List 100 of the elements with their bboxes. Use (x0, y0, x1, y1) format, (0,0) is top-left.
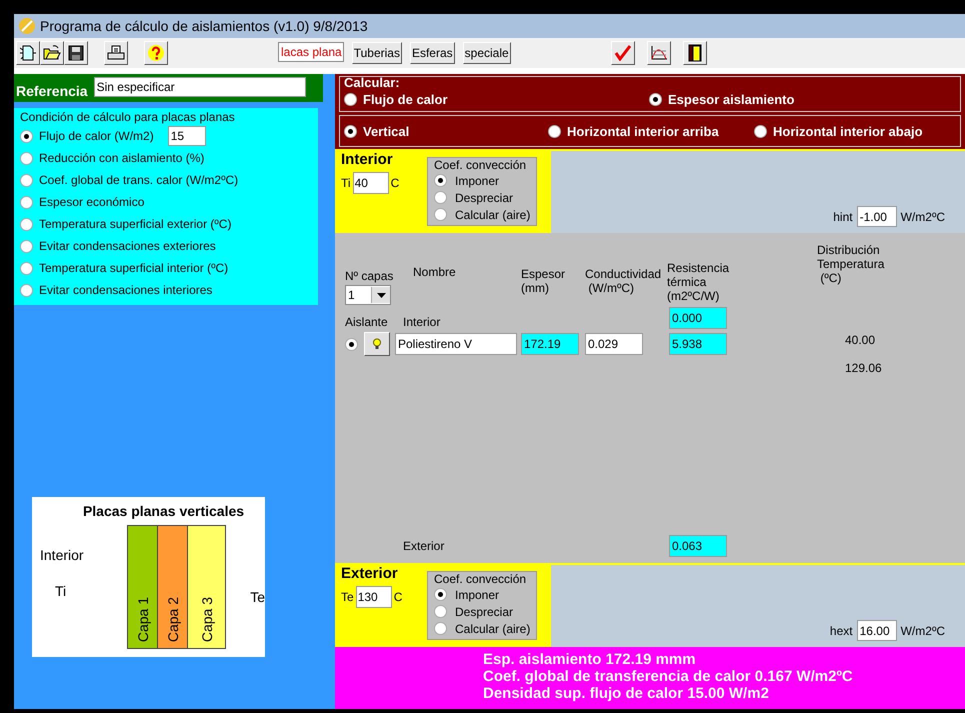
radio-button[interactable] (434, 174, 447, 187)
radio-button[interactable] (20, 262, 33, 274)
temperature-value: 129.06 (845, 361, 883, 375)
radio-button[interactable] (20, 218, 33, 230)
light-bulb-icon (372, 338, 382, 350)
option-label: Evitar condensaciones interiores (39, 283, 212, 297)
column-header: Resistencia térmica (m2ºC/W) (667, 261, 730, 303)
material-field[interactable]: Poliestireno V (395, 333, 517, 355)
folder-icon (43, 45, 61, 61)
diagram-title: Placas planas verticales (82, 503, 244, 519)
radio-button[interactable] (434, 605, 447, 618)
result-text: Densidad sup. flujo de calor 15.00 W/m2 (483, 685, 770, 702)
radio-button[interactable] (20, 284, 33, 296)
material-button[interactable] (364, 332, 390, 356)
value-field[interactable]: 15 (168, 126, 206, 146)
temperature-value: 40.00 (845, 333, 876, 347)
radio-button[interactable] (434, 622, 447, 635)
layer-bar: Capa 3 (188, 526, 226, 648)
section-title: Exterior (341, 565, 399, 582)
resistance-field[interactable]: 0.000 (669, 307, 727, 329)
option-label: Horizontal interior arriba (567, 124, 719, 138)
temperature-field[interactable]: 130 (356, 586, 392, 608)
option-label: Coef. global de trans. calor (W/m2ºC) (39, 173, 238, 187)
unit-label: W/m2ºC (900, 210, 945, 224)
column-header: Conductividad (W/mºC) (585, 267, 662, 295)
coefficient-label: hint (833, 210, 853, 224)
dropdown-arrow-icon (376, 292, 386, 298)
result-text: Coef. global de transferencia de calor 0.167 W/m2ºC (483, 668, 854, 685)
option-label: Horizontal interior abajo (773, 124, 923, 138)
section-title: Interior (341, 151, 394, 168)
option-label: Despreciar (455, 190, 514, 204)
thickness-field[interactable]: 172.19 (521, 333, 579, 355)
radio-button[interactable] (548, 124, 561, 138)
row-label: Interior (403, 315, 442, 329)
column-header: Espesor (mm) (521, 267, 566, 295)
radio-button[interactable] (434, 588, 447, 601)
help-icon (147, 44, 165, 62)
temperature-label: Ti (341, 176, 351, 190)
radio-button[interactable] (20, 240, 33, 252)
group-title: Condición de cálculo para placas planas (20, 110, 236, 124)
toolbar-button[interactable] (682, 41, 707, 65)
toolbar-button[interactable] (144, 41, 168, 65)
toolbar-button[interactable] (104, 41, 128, 65)
unit-label: C (390, 176, 400, 190)
layer-count-dropdown[interactable]: 1 (345, 285, 391, 305)
option-label: Espesor económico (39, 195, 144, 209)
toolbar-button[interactable] (646, 41, 671, 65)
module-button[interactable]: Esferas (410, 42, 455, 64)
chart-icon (650, 45, 668, 61)
checkmark-icon (614, 45, 632, 61)
reference-field[interactable]: Sin especificar (94, 77, 306, 97)
temperature-label: Ti (55, 583, 68, 599)
window-title: Programa de cálculo de aislamientos (v1.0) 9/8/2013 (40, 18, 368, 34)
coefficient-field[interactable]: 16.00 (856, 620, 897, 641)
row-label: Exterior (403, 539, 446, 553)
option-label: Imponer (455, 174, 500, 188)
coefficient-field[interactable]: -1.00 (856, 206, 897, 227)
radio-button[interactable] (20, 174, 33, 186)
printer-icon (107, 45, 125, 61)
radio-button[interactable] (20, 152, 33, 164)
toolbar-button[interactable] (40, 41, 64, 65)
reference-label: Referencia (16, 83, 88, 101)
group-title: Coef. convección (434, 158, 528, 172)
module-button[interactable]: speciale (462, 42, 511, 64)
unit-label: W/m2ºC (900, 624, 945, 638)
module-button[interactable]: Tuberias (352, 42, 402, 64)
radio-button[interactable] (754, 124, 767, 138)
option-label: Despreciar (455, 604, 514, 618)
result-text: Esp. aislamiento 172.19 mmm (483, 651, 697, 668)
module-button[interactable]: lacas plana (278, 42, 344, 62)
toolbar-button[interactable] (64, 41, 88, 65)
layer-bar: Capa 2 (158, 526, 188, 648)
group-title: Calcular: (344, 75, 401, 90)
toolbar-button[interactable] (16, 41, 40, 65)
unit-label: C (394, 590, 402, 604)
option-label: Vertical (363, 124, 410, 138)
option-label: Calcular (aire) (455, 622, 530, 636)
coefficient-label: hext (830, 624, 853, 638)
temperature-label: Te (341, 590, 354, 604)
radio-button[interactable] (20, 130, 33, 142)
radio-button[interactable] (649, 92, 662, 106)
side-label: Interior (40, 547, 85, 563)
radio-button[interactable] (20, 196, 33, 208)
door-icon (688, 44, 702, 62)
option-label: Flujo de calor (363, 92, 448, 106)
option-label: Espesor aislamiento (668, 92, 794, 106)
resistance-field[interactable]: 0.063 (669, 535, 727, 557)
option-label: Imponer (455, 588, 500, 602)
toolbar-button[interactable] (610, 41, 635, 65)
radio-button[interactable] (434, 191, 447, 204)
option-label: Flujo de calor (W/m2) (39, 129, 154, 143)
temperature-field[interactable]: 40 (352, 172, 389, 194)
radio-button[interactable] (345, 338, 358, 350)
resistance-field[interactable]: 5.938 (669, 333, 727, 355)
column-header: Nombre (412, 265, 457, 279)
radio-button[interactable] (434, 208, 447, 221)
radio-button[interactable] (344, 124, 357, 138)
radio-button[interactable] (344, 92, 357, 106)
conductivity-field[interactable]: 0.029 (585, 333, 643, 355)
group-title: Coef. convección (434, 572, 528, 586)
